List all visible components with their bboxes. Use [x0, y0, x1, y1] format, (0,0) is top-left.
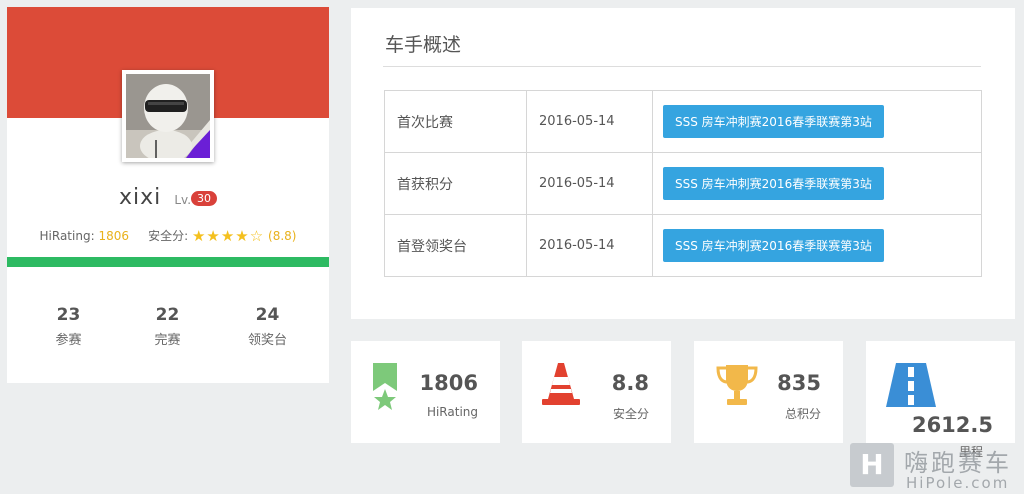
- safety-label: 安全分:: [148, 229, 189, 243]
- stat-podium-value: 24: [255, 305, 280, 325]
- stat-podium: 24 领奖台: [214, 305, 321, 348]
- hirating-label: HiRating: [426, 405, 478, 419]
- avatar[interactable]: [122, 70, 214, 162]
- safety-label: 安全分: [612, 407, 649, 421]
- row-date: 2016-05-14: [526, 152, 653, 215]
- overview-title: 车手概述: [385, 34, 462, 56]
- race-link-button[interactable]: SSS 房车冲刺赛2016春季联赛第3站: [663, 229, 884, 262]
- race-link-button[interactable]: SSS 房车冲刺赛2016春季联赛第3站: [663, 167, 884, 200]
- hirating-label: HiRating:: [39, 229, 95, 243]
- stat-card-safety: 8.8 安全分: [522, 341, 671, 443]
- hirating-value: 1806: [419, 371, 478, 395]
- road-icon: [886, 363, 936, 407]
- stat-races-label: 参赛: [55, 333, 82, 348]
- stat-card-hirating: 1806 HiRating: [351, 341, 500, 443]
- points-label: 总积分: [784, 407, 821, 421]
- hipole-watermark: H 嗨跑赛车 HiPole.com: [850, 441, 1024, 494]
- level-badge: 30: [191, 191, 218, 206]
- stat-podium-label: 领奖台: [247, 333, 287, 348]
- row-date: 2016-05-14: [526, 90, 653, 153]
- hipole-logo-icon: H: [850, 443, 894, 487]
- stat-races-value: 23: [56, 305, 81, 325]
- table-row: 首获积分 2016-05-14 SSS 房车冲刺赛2016春季联赛第3站: [384, 152, 982, 215]
- safety-score: (8.8): [268, 229, 297, 243]
- table-row: 首登领奖台 2016-05-14 SSS 房车冲刺赛2016春季联赛第3站: [384, 214, 982, 277]
- row-label: 首登领奖台: [384, 214, 527, 277]
- stat-card-points: 835 总积分: [694, 341, 843, 443]
- table-row: 首次比赛 2016-05-14 SSS 房车冲刺赛2016春季联赛第3站: [384, 90, 982, 153]
- ribbon-star-icon: [373, 363, 397, 410]
- race-link-button[interactable]: SSS 房车冲刺赛2016春季联赛第3站: [663, 105, 884, 138]
- row-label: 首次比赛: [384, 90, 527, 153]
- trophy-icon: [716, 365, 758, 405]
- stat-races: 23 参赛: [15, 305, 122, 348]
- watermark-text-cn: 嗨跑赛车: [904, 449, 1012, 477]
- stat-card-mileage: 2612.5 里程: [866, 341, 1015, 459]
- stat-finished: 22 完赛: [114, 305, 221, 348]
- watermark-text-en: HiPole.com: [906, 474, 1010, 492]
- traffic-cone-icon: [542, 363, 580, 405]
- profile-card: xixi Lv. 30 HiRating: 1806 安全分: ★★★★☆ (8.…: [7, 7, 329, 383]
- driver-overview-card: 车手概述 首次比赛 2016-05-14 SSS 房车冲刺赛2016春季联赛第3…: [351, 8, 1015, 319]
- mileage-value: 2612.5: [911, 413, 993, 437]
- stat-finished-label: 完赛: [154, 333, 181, 348]
- points-value: 835: [777, 371, 821, 395]
- stat-finished-value: 22: [155, 305, 180, 325]
- overview-divider: [383, 66, 981, 67]
- row-date: 2016-05-14: [526, 214, 653, 277]
- name-row: xixi Lv. 30: [7, 185, 329, 210]
- row-label: 首获积分: [384, 152, 527, 215]
- hirating-value: 1806: [98, 229, 129, 243]
- username: xixi: [118, 185, 162, 210]
- rating-row: HiRating: 1806 安全分: ★★★★☆ (8.8): [7, 227, 329, 245]
- avatar-image: [126, 74, 210, 158]
- overview-table: 首次比赛 2016-05-14 SSS 房车冲刺赛2016春季联赛第3站 首获积…: [384, 90, 982, 277]
- safety-stars-icon: ★★★★☆: [191, 227, 265, 245]
- profile-green-bar: [7, 257, 329, 267]
- safety-value: 8.8: [611, 371, 649, 395]
- level-prefix: Lv.: [174, 193, 192, 207]
